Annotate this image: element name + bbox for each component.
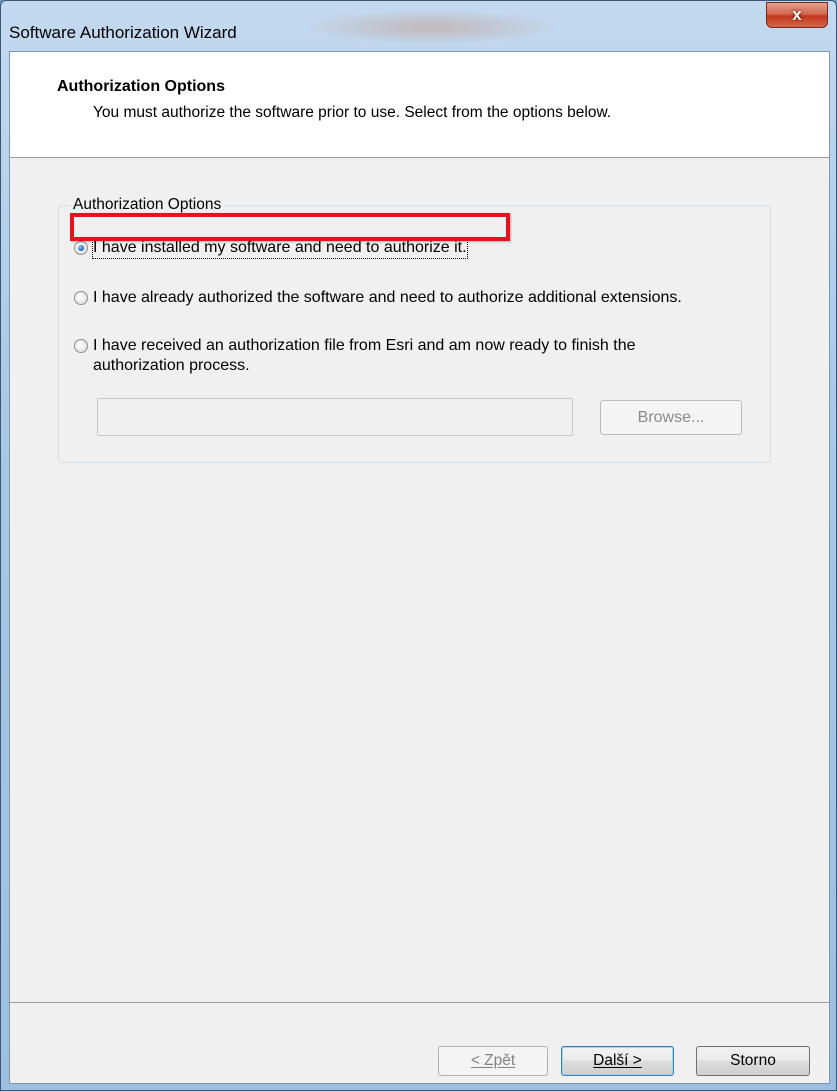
radio-unselected-icon[interactable] [74,291,88,305]
close-button[interactable]: x [766,2,828,28]
cancel-button[interactable]: Storno [696,1046,810,1076]
option-finish-authorization[interactable]: I have received an authorization file fr… [74,336,636,376]
page-title: Authorization Options [57,78,225,95]
next-button[interactable]: Další > [561,1046,674,1076]
wizard-window: Software Authorization Wizard x Authoriz… [0,0,837,1091]
browse-button[interactable]: Browse... [600,400,742,435]
next-button-label: Další > [593,1052,642,1069]
group-legend: Authorization Options [70,196,225,214]
cancel-button-label: Storno [730,1052,776,1069]
authorization-file-path-input[interactable] [97,398,573,436]
page-subtitle: You must authorize the software prior to… [93,104,612,121]
radio-unselected-icon[interactable] [74,339,88,353]
title-bar-glow [301,9,561,45]
option-install-authorize[interactable]: I have installed my software and need to… [74,237,468,259]
option-additional-extensions-label[interactable]: I have already authorized the software a… [93,288,682,308]
option-finish-line1: I have received an authorization file fr… [93,337,636,354]
browse-button-label: Browse... [637,408,705,426]
option-finish-line2: authorization process. [93,357,250,374]
option-additional-extensions[interactable]: I have already authorized the software a… [74,288,682,308]
wizard-client-area: Authorization Options You must authorize… [9,51,830,1084]
close-icon: x [792,5,802,24]
window-title: Software Authorization Wizard [9,23,237,42]
footer-divider [10,1002,829,1003]
title-bar[interactable]: Software Authorization Wizard x [1,1,836,51]
wizard-header: Authorization Options You must authorize… [10,52,829,158]
back-button-label: < Zpět [470,1052,516,1069]
radio-selected-icon[interactable] [74,241,88,255]
back-button[interactable]: < Zpět [438,1046,548,1076]
option-finish-authorization-label[interactable]: I have received an authorization file fr… [93,336,636,376]
option-install-authorize-label[interactable]: I have installed my software and need to… [92,237,468,259]
